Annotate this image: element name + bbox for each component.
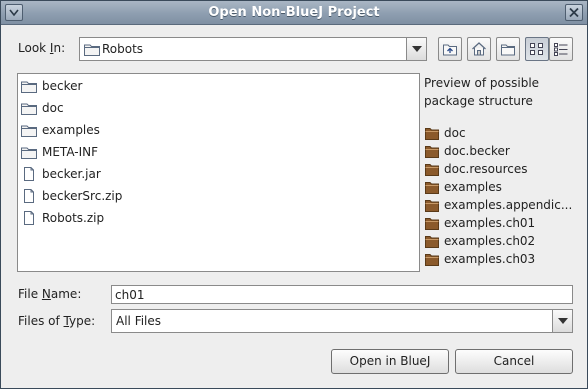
chevron-down-icon	[412, 46, 422, 52]
file-name: Robots.zip	[42, 211, 105, 225]
list-item: examples.ch03	[425, 250, 535, 268]
up-folder-icon	[443, 44, 457, 56]
up-one-level-button[interactable]	[438, 37, 462, 61]
new-folder-button[interactable]	[496, 37, 520, 61]
list-item: doc	[425, 124, 466, 142]
list-item: examples.ch02	[425, 232, 535, 250]
file-icon	[24, 189, 34, 203]
file-name: beckerSrc.zip	[42, 189, 123, 203]
package-name: doc.becker	[444, 144, 510, 158]
package-folder-icon	[425, 217, 439, 230]
package-folder-icon	[425, 199, 439, 212]
preview-header: Preview of possible package structure	[424, 76, 540, 108]
cancel-button[interactable]: Cancel	[455, 349, 573, 374]
title-bar[interactable]: Open Non-BlueJ Project	[1, 1, 587, 25]
list-item[interactable]: META-INF	[21, 142, 98, 162]
package-name: examples.appendic...	[444, 198, 573, 212]
package-name: examples.ch02	[444, 234, 536, 248]
home-button[interactable]	[467, 37, 491, 61]
package-folder-icon	[425, 163, 439, 176]
package-folder-icon	[425, 145, 439, 158]
list-item[interactable]: becker.jar	[21, 164, 101, 184]
file-name: becker.jar	[42, 167, 101, 181]
list-item[interactable]: Robots.zip	[21, 208, 104, 228]
new-folder-icon	[501, 44, 515, 56]
file-name: doc	[42, 101, 64, 115]
folder-icon	[21, 81, 37, 93]
details-view-icon	[554, 43, 568, 56]
file-name-label: File Name:	[18, 287, 82, 301]
files-of-type-value: All Files	[116, 314, 162, 328]
list-item[interactable]: beckerSrc.zip	[21, 186, 122, 206]
look-in-combo[interactable]: Robots	[79, 37, 427, 61]
open-project-dialog: Open Non-BlueJ Project Look In: Robots b…	[0, 0, 588, 389]
files-of-type-combo[interactable]: All Files	[111, 309, 573, 333]
package-name: examples.ch01	[444, 216, 536, 230]
package-name: doc	[444, 126, 466, 140]
package-folder-icon	[425, 253, 439, 266]
look-in-value: Robots	[102, 42, 144, 56]
package-name: examples	[444, 180, 502, 194]
list-item: doc.resources	[425, 160, 528, 178]
folder-icon	[21, 147, 37, 159]
folder-icon	[21, 103, 37, 115]
file-name: becker	[42, 79, 83, 93]
list-item: examples.appendic...	[425, 196, 572, 214]
package-name: examples.ch03	[444, 252, 536, 266]
file-name: examples	[42, 123, 100, 137]
list-view-button[interactable]	[525, 37, 549, 61]
chevron-down-icon	[558, 318, 568, 324]
list-item[interactable]: examples	[21, 120, 100, 140]
file-name-field[interactable]	[111, 285, 573, 304]
files-of-type-dropdown-button[interactable]	[552, 310, 572, 332]
list-view-icon	[530, 43, 543, 55]
details-view-button[interactable]	[549, 37, 573, 61]
home-icon	[472, 42, 486, 56]
file-list[interactable]: becker doc examples META-INF becker.jar …	[17, 73, 420, 272]
folder-icon	[21, 125, 37, 137]
package-folder-icon	[425, 181, 439, 194]
open-in-bluej-button[interactable]: Open in BlueJ	[331, 349, 449, 374]
list-item[interactable]: doc	[21, 98, 64, 118]
list-item: doc.becker	[425, 142, 510, 160]
file-name: META-INF	[42, 145, 99, 159]
file-icon	[24, 211, 34, 225]
package-folder-icon	[425, 235, 439, 248]
package-name: doc.resources	[444, 162, 528, 176]
files-of-type-label: Files of Type:	[18, 314, 96, 328]
file-name-input[interactable]	[112, 286, 572, 303]
file-icon	[24, 167, 34, 181]
close-icon	[569, 7, 579, 18]
list-item: examples.ch01	[425, 214, 535, 232]
close-button[interactable]	[565, 4, 583, 21]
list-item: examples	[425, 178, 502, 196]
folder-icon	[84, 44, 100, 56]
package-preview-panel: Preview of possible package structure do…	[421, 73, 573, 272]
look-in-dropdown-button[interactable]	[406, 38, 426, 60]
package-folder-icon	[425, 127, 439, 140]
look-in-label: Look In:	[18, 41, 66, 55]
list-item[interactable]: becker	[21, 76, 82, 96]
window-title: Open Non-BlueJ Project	[208, 5, 380, 20]
